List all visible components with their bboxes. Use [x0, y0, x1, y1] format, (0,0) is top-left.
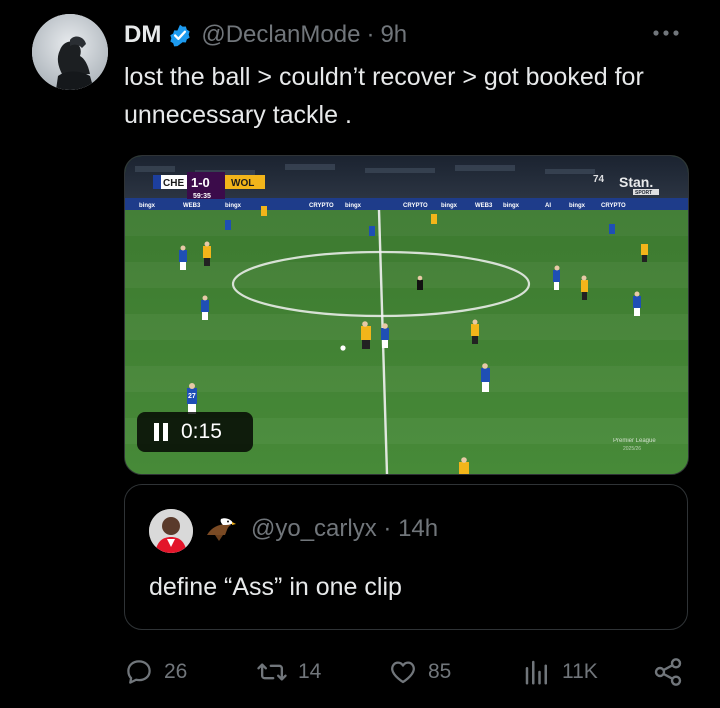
match-clock: 59:35 — [193, 193, 211, 200]
repost-icon — [256, 657, 288, 687]
quote-separator: · — [383, 515, 392, 542]
quote-handle[interactable]: @yo_carlyx — [251, 515, 377, 542]
board-text: WEB3 — [475, 203, 493, 209]
like-button[interactable]: 85 — [388, 654, 451, 690]
author-handle[interactable]: @DeclanMode — [201, 21, 360, 49]
player-number: 27 — [188, 393, 196, 400]
repost-button[interactable]: 14 — [256, 654, 321, 690]
board-text: AI — [545, 203, 551, 209]
board-text: CRYPTO — [309, 203, 334, 209]
board-text: bingx — [225, 203, 242, 209]
board-text: bingx — [345, 203, 362, 209]
eagle-icon — [205, 513, 237, 545]
like-icon — [388, 657, 418, 687]
repost-count: 14 — [298, 660, 322, 683]
separator-dot: · — [366, 21, 375, 48]
broadcaster-sub: SPORT — [635, 190, 652, 196]
video-time-badge[interactable]: 0:15 — [137, 412, 253, 452]
away-team: WOL — [231, 178, 254, 189]
pause-icon[interactable] — [153, 423, 169, 441]
tweet-text: lost the ball > couldn’t recover > got b… — [124, 63, 644, 129]
reply-button[interactable]: 26 — [124, 654, 187, 690]
home-team: CHE — [163, 178, 184, 189]
share-button[interactable] — [652, 654, 684, 690]
more-icon[interactable] — [648, 20, 684, 46]
quote-header[interactable]: @yo_carlyx · 14h — [251, 515, 438, 543]
board-text: WEB3 — [183, 203, 201, 209]
views-button[interactable]: 11K — [522, 654, 598, 690]
post-time[interactable]: 9h — [380, 21, 407, 49]
quote-author-avatar[interactable] — [149, 509, 193, 553]
board-text: bingx — [569, 203, 586, 209]
league-label: Premier League — [613, 438, 656, 444]
like-count: 85 — [428, 660, 452, 683]
quoted-tweet[interactable]: @yo_carlyx · 14h define “Ass” in one cli… — [124, 484, 688, 630]
board-text: CRYPTO — [403, 203, 428, 209]
video-duration: 0:15 — [181, 420, 222, 443]
league-season: 2025/26 — [623, 446, 641, 452]
tweet-header: DM @DeclanMode · 9h — [124, 18, 407, 52]
share-icon — [652, 656, 684, 688]
score: 1-0 — [191, 175, 210, 190]
author-avatar[interactable] — [32, 14, 108, 90]
reply-count: 26 — [164, 660, 188, 683]
views-icon — [522, 657, 552, 687]
board-text: CRYPTO — [601, 203, 626, 209]
view-count: 11K — [562, 660, 598, 683]
quote-time[interactable]: 14h — [398, 515, 438, 542]
quote-text: define “Ass” in one clip — [149, 573, 402, 601]
board-text: bingx — [503, 203, 520, 209]
board-text: bingx — [441, 203, 458, 209]
svg-text:74: 74 — [593, 174, 605, 185]
broadcaster-mark: Stan. — [619, 174, 653, 190]
action-bar: 26 14 85 11K — [0, 654, 720, 690]
board-text: bingx — [139, 203, 156, 209]
reply-icon — [124, 657, 154, 687]
verified-badge-icon — [167, 22, 193, 48]
author-name[interactable]: DM — [124, 21, 161, 49]
